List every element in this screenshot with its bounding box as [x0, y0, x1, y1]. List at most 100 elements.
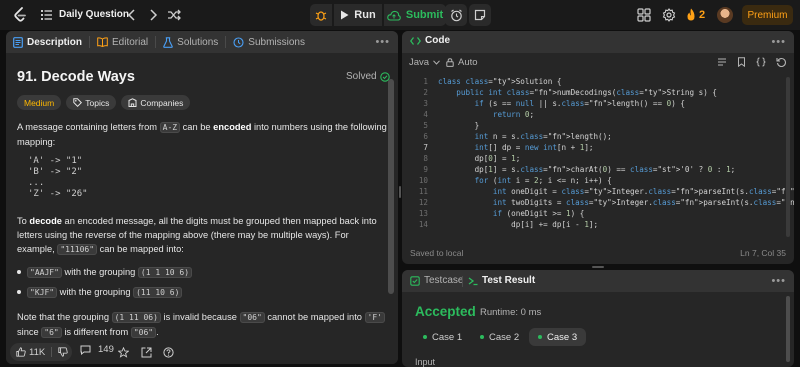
- panel-options-icon[interactable]: •••: [771, 275, 786, 287]
- line-number: 10: [418, 176, 428, 185]
- text: with the grouping: [57, 287, 134, 297]
- thumbs-up-icon: [16, 347, 26, 357]
- bookmark-icon[interactable]: [737, 57, 746, 67]
- problem-tags: Medium Topics Companies: [17, 95, 191, 110]
- like-button[interactable]: 11K: [10, 343, 72, 361]
- text: is invalid because: [160, 312, 240, 322]
- text: can be mapped into:: [97, 244, 184, 254]
- case-label: Case 1: [432, 331, 463, 343]
- code-line: class class="ty">Solution {: [438, 77, 562, 86]
- auto-label: Auto: [458, 57, 478, 68]
- inline-code: (1 1 10 6): [137, 267, 193, 278]
- companies-chip[interactable]: Companies: [121, 95, 191, 110]
- timer-button[interactable]: [445, 4, 467, 26]
- description-tab-bar: Description Editorial Solutions Submissi…: [6, 31, 398, 53]
- tab-solutions[interactable]: Solutions: [163, 31, 218, 53]
- daily-question-title[interactable]: Daily Question: [59, 9, 129, 20]
- share-icon[interactable]: [141, 347, 152, 358]
- debug-button[interactable]: [310, 4, 332, 26]
- panel-options-icon[interactable]: •••: [375, 36, 390, 48]
- bullet-dot: [17, 290, 21, 294]
- code-editor[interactable]: 1 2 3 4 5 6 7 8 9 10 11 12 13 14 class c…: [402, 73, 794, 239]
- line-number: 2: [423, 88, 428, 97]
- grid-apps-icon[interactable]: [637, 8, 651, 22]
- line-number: 13: [418, 209, 428, 218]
- submit-button[interactable]: Submit: [384, 4, 446, 26]
- star-icon[interactable]: [118, 347, 129, 358]
- help-icon[interactable]: [163, 347, 174, 358]
- previous-problem-icon[interactable]: [127, 9, 137, 21]
- editor-scrollbar[interactable]: [786, 77, 790, 237]
- bullet-dot: [17, 270, 21, 274]
- code-panel-title: Code: [410, 35, 450, 46]
- play-icon: [341, 10, 349, 20]
- description-icon: [13, 36, 23, 48]
- comments-button[interactable]: 149: [80, 344, 114, 355]
- problem-list-icon[interactable]: [41, 10, 52, 20]
- description-panel: Description Editorial Solutions Submissi…: [6, 31, 398, 364]
- history-icon: [233, 36, 244, 48]
- companies-label: Companies: [140, 97, 184, 108]
- tag-icon: [73, 98, 83, 107]
- tab-submissions[interactable]: Submissions: [233, 31, 305, 53]
- premium-button[interactable]: Premium: [742, 5, 793, 25]
- code-line: public int class="fn">numDecodings(class…: [456, 88, 717, 97]
- shuffle-icon[interactable]: [168, 9, 181, 21]
- book-icon: [97, 37, 108, 47]
- run-button[interactable]: Run: [334, 4, 382, 26]
- case-tab-1[interactable]: Case 1: [414, 328, 471, 346]
- run-controls: Run Submit: [310, 4, 446, 26]
- braces-icon[interactable]: [756, 57, 766, 67]
- code-panel-header: Code •••: [402, 31, 794, 53]
- panel-options-icon[interactable]: •••: [771, 36, 786, 48]
- tab-description[interactable]: Description: [13, 31, 82, 53]
- text: A message containing letters from: [17, 122, 160, 132]
- code-line: int oneDigit = class="ty">Integer.class=…: [492, 187, 794, 196]
- language-select[interactable]: Java: [409, 57, 440, 68]
- reset-icon[interactable]: [776, 57, 786, 67]
- thumbs-down-icon[interactable]: [58, 347, 68, 357]
- tab-divider: [225, 36, 227, 48]
- code-line: int n = s.class="fn">length();: [474, 132, 612, 141]
- tab-test-result[interactable]: Test Result: [468, 275, 535, 286]
- chevron-down-icon: [433, 60, 440, 65]
- code-line: int twoDigits = class="ty">Integer.class…: [492, 198, 794, 207]
- tab-testcase[interactable]: Testcase: [410, 275, 463, 286]
- streak-counter[interactable]: 2: [686, 8, 705, 21]
- tab-divider: [155, 36, 157, 48]
- submit-label: Submit: [405, 9, 444, 21]
- case-tab-3[interactable]: Case 3: [529, 328, 587, 346]
- code-panel: Code ••• Java Auto 1 2 3 4 5 6 7 8 9 10 …: [402, 31, 794, 264]
- description-scrollbar[interactable]: [388, 79, 394, 294]
- run-label: Run: [354, 9, 376, 21]
- vertical-resize-handle[interactable]: [399, 186, 401, 198]
- leetcode-logo-icon[interactable]: [12, 7, 28, 23]
- text: since: [17, 327, 42, 337]
- settings-gear-icon[interactable]: [662, 8, 676, 22]
- tab-divider: [89, 36, 91, 48]
- case-label: Case 3: [547, 331, 578, 343]
- solved-label: Solved: [346, 71, 377, 82]
- format-lines-icon[interactable]: [717, 57, 727, 67]
- bold-text: decode: [29, 216, 62, 226]
- tab-editorial[interactable]: Editorial: [97, 31, 148, 53]
- result-scrollbar[interactable]: [786, 296, 790, 362]
- user-avatar[interactable]: [717, 7, 733, 23]
- case-tab-2[interactable]: Case 2: [471, 328, 528, 346]
- text: cannot be mapped into: [264, 312, 365, 322]
- next-problem-icon[interactable]: [148, 9, 158, 21]
- lock-icon: [446, 58, 454, 67]
- auto-mode-toggle[interactable]: Auto: [446, 57, 478, 68]
- terminal-icon: [468, 276, 478, 285]
- horizontal-resize-handle[interactable]: [592, 266, 604, 268]
- code-title-label: Code: [425, 35, 450, 46]
- inline-code: A-Z: [159, 122, 181, 133]
- notes-button[interactable]: [469, 4, 491, 26]
- inline-code: "KJF": [27, 287, 58, 298]
- code-line: dp[0] = 1;: [438, 154, 521, 163]
- flask-icon: [163, 36, 173, 48]
- editor-toolbar: Java Auto: [402, 53, 794, 73]
- topics-chip[interactable]: Topics: [66, 95, 117, 110]
- tab-solutions-label: Solutions: [177, 36, 219, 48]
- building-icon: [128, 98, 137, 107]
